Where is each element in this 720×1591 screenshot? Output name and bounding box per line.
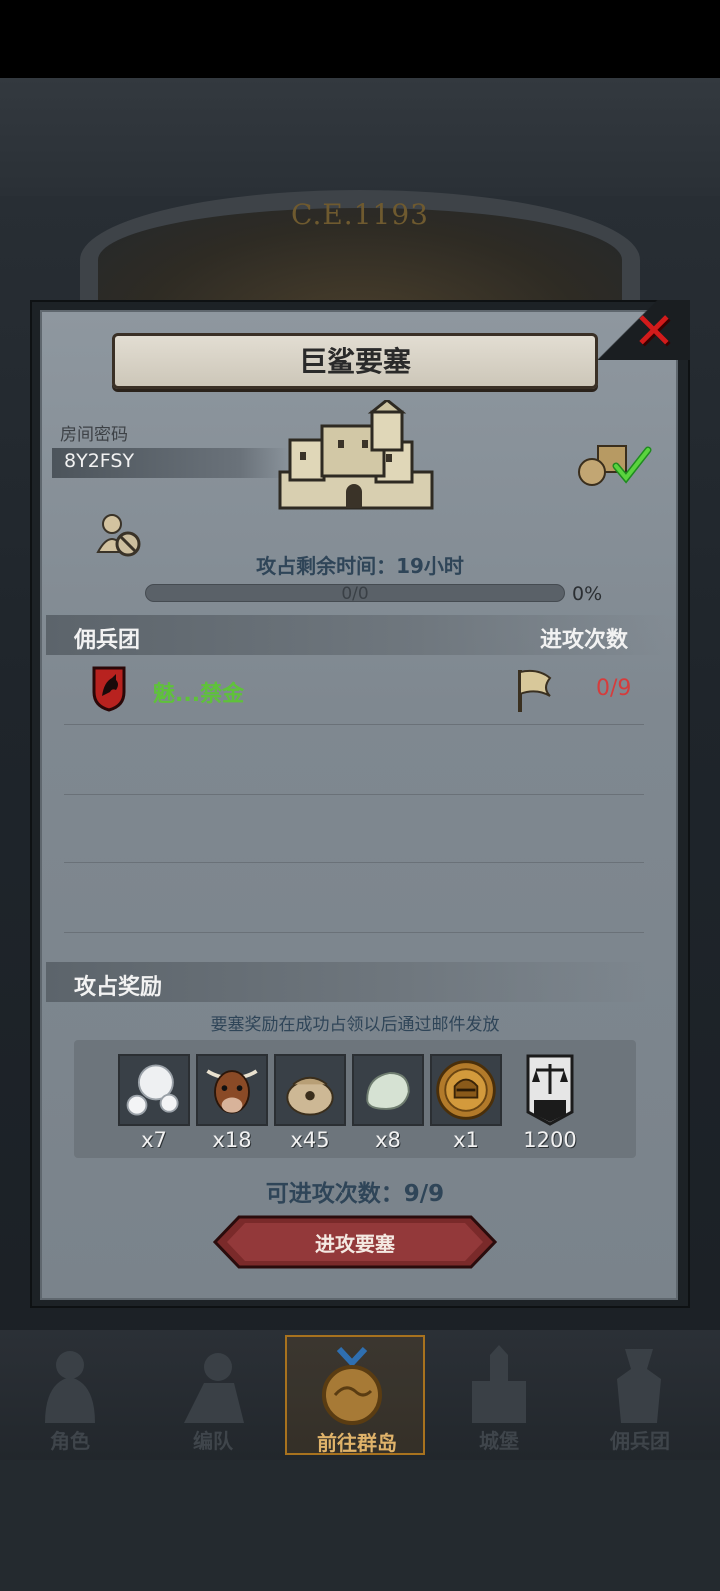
reward-slot-sack[interactable] <box>274 1054 346 1126</box>
knight-icon <box>45 1351 95 1423</box>
mercenary-header-left: 佣兵团 <box>74 628 141 653</box>
flag-icon <box>518 669 552 712</box>
reward-slot-stone[interactable] <box>352 1054 424 1126</box>
reward-qty: x18 <box>212 1128 252 1152</box>
reward-note: 要塞奖励在成功占领以后通过邮件发放 <box>210 1015 500 1035</box>
available-attacks: 可进攻次数：9/9 <box>265 1181 445 1207</box>
reward-qty: x8 <box>375 1128 401 1152</box>
nav-item-castle[interactable]: 城堡 <box>434 1335 564 1455</box>
sack-icon <box>276 1056 344 1124</box>
room-password-label: 房间密码 <box>60 425 128 445</box>
nav-item-character[interactable]: 角色 <box>5 1335 135 1455</box>
reward-slot-helmet[interactable] <box>430 1054 502 1126</box>
reward-qty: x7 <box>141 1128 167 1152</box>
pearl-icon <box>120 1056 188 1124</box>
mercenary-name[interactable]: 魅...禁金 <box>153 676 244 708</box>
time-remaining: 攻占剩余时间：19小时 <box>256 554 464 578</box>
reward-qty: 1200 <box>523 1128 577 1152</box>
row-divider <box>64 724 644 725</box>
nav-item-formation[interactable]: 编队 <box>148 1335 278 1455</box>
nav-item-islands[interactable]: 前往群岛 <box>285 1335 425 1455</box>
mercenary-icon <box>617 1349 661 1423</box>
nav-label: 城堡 <box>479 1429 519 1453</box>
castle-icon <box>278 400 434 510</box>
status-bar <box>0 0 720 78</box>
cow-icon <box>198 1056 266 1124</box>
nav-item-mercenary[interactable]: 佣兵团 <box>575 1335 705 1455</box>
reward-qty: x45 <box>290 1128 330 1152</box>
capture-progress-text: 0/0 <box>341 584 369 604</box>
reward-qty: x1 <box>453 1128 479 1152</box>
close-button[interactable]: ✕ <box>628 305 680 357</box>
reward-slot-cow[interactable] <box>196 1054 268 1126</box>
close-x-icon: ✕ <box>633 302 675 360</box>
nav-label: 前往群岛 <box>317 1431 397 1455</box>
attack-fortress-label: 进攻要塞 <box>315 1232 395 1256</box>
row-divider <box>64 932 644 933</box>
islands-compass-icon <box>322 1347 382 1425</box>
wolf-shield-icon <box>92 666 126 712</box>
nav-label: 编队 <box>193 1429 233 1453</box>
bottom-background <box>0 1460 720 1591</box>
castle-nav-icon <box>472 1345 526 1423</box>
capture-progress-percent: 0% <box>572 583 603 605</box>
loot-check-icon[interactable] <box>576 440 656 488</box>
row-divider <box>64 862 644 863</box>
scales-banner-icon <box>526 1054 574 1126</box>
mercenary-header-right: 进攻次数 <box>540 628 629 653</box>
nav-label: 佣兵团 <box>610 1429 670 1453</box>
background-top <box>0 78 720 196</box>
row-divider <box>64 794 644 795</box>
reward-slot-honor[interactable] <box>514 1054 586 1126</box>
helmet-coin-icon <box>432 1056 500 1124</box>
reward-header: 攻占奖励 <box>74 975 163 1000</box>
stone-icon <box>354 1056 422 1124</box>
nav-label: 角色 <box>50 1429 90 1453</box>
era-label: C.E.1193 <box>291 198 429 231</box>
reward-slot-pearl[interactable] <box>118 1054 190 1126</box>
mercenary-attack-count: 0/9 <box>596 676 632 701</box>
room-password-value[interactable]: 8Y2FSY <box>64 450 134 472</box>
dialog-title: 巨鲨要塞 <box>298 345 411 378</box>
troop-icon <box>184 1353 244 1423</box>
